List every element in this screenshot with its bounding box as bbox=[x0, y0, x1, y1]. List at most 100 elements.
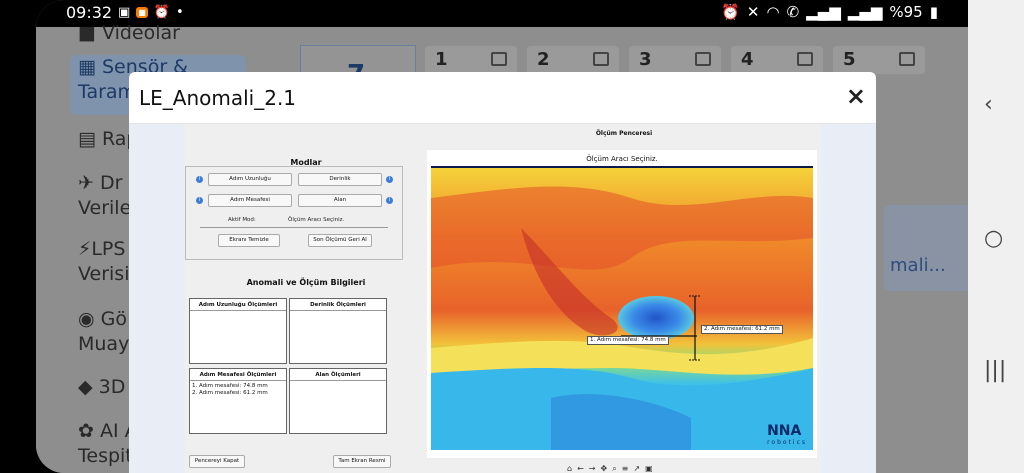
sidebar-label: Muay bbox=[78, 333, 130, 355]
dot-icon: • bbox=[176, 5, 184, 20]
depth-table: Derinlik Ölçümleri bbox=[289, 298, 387, 364]
divider bbox=[200, 227, 388, 228]
thermal-image[interactable]: 1. Adım mesafesi: 74.8 mm 2. Adım mesafe… bbox=[431, 166, 813, 450]
system-icons: ⏰ ✕ ◠ ✆ ▂▄▆ ▂▄▆ %95 ▮ bbox=[721, 3, 938, 21]
info-icon[interactable]: i bbox=[386, 197, 393, 204]
status-time: 09:32 bbox=[66, 3, 113, 22]
edit-curve-icon[interactable]: ↗ bbox=[633, 464, 640, 473]
back-icon[interactable]: ← bbox=[577, 464, 584, 473]
report-icon: ▤ bbox=[78, 128, 102, 150]
navigation-bar: ‹ ○ ||| bbox=[968, 0, 1024, 473]
thumbnail-number: 2 bbox=[537, 49, 550, 70]
sidebar-item-3d[interactable]: ◆ 3D bbox=[78, 375, 125, 400]
pan-icon[interactable]: ✥ bbox=[600, 464, 607, 473]
drone-icon: ✈ bbox=[78, 172, 100, 194]
thumbnail[interactable]: 3 bbox=[629, 46, 721, 74]
zoom-icon[interactable]: ⌕ bbox=[612, 464, 616, 473]
image-icon bbox=[797, 52, 813, 66]
undo-last-button[interactable]: Son Ölçümü Geri Al bbox=[308, 234, 372, 247]
measurement-label: 2. Adım mesafesi: 61.2 mm bbox=[701, 325, 783, 334]
close-window-button[interactable]: Pencereyi Kapat bbox=[189, 455, 245, 468]
eye-icon: ◉ bbox=[78, 308, 101, 330]
notification-icons: ▣ ■ ⏰ • bbox=[118, 5, 184, 20]
step-length-table: Adım Uzunluğu Ölçümleri bbox=[189, 298, 287, 364]
clear-screen-button[interactable]: Ekranı Temizle bbox=[218, 234, 280, 247]
call-icon: ✆ bbox=[786, 3, 800, 21]
thumbnail-number: 5 bbox=[843, 49, 856, 70]
back-nav-icon[interactable]: ‹ bbox=[984, 92, 993, 117]
measurement-label: 1. Adım mesafesi: 74.8 mm bbox=[587, 336, 669, 345]
battery-text: %95 bbox=[889, 3, 923, 21]
signal-icon: ▂▄▆ bbox=[806, 3, 841, 21]
thumbnail[interactable]: 4 bbox=[731, 46, 823, 74]
modes-box: i Adım Uzunluğu Derinlik i i Adım Mesafe… bbox=[185, 166, 403, 260]
screen: 09:32 ▣ ■ ⏰ • ⏰ ✕ ◠ ✆ ▂▄▆ ▂▄▆ %95 ▮ ■ Vi… bbox=[0, 0, 1024, 473]
left-panel: Modlar i Adım Uzunluğu Derinlik i i Adım… bbox=[185, 124, 427, 473]
sidebar-label: Verile bbox=[78, 197, 132, 219]
cube-icon: ◆ bbox=[78, 376, 99, 398]
full-screenshot-button[interactable]: Tam Ekran Resmi bbox=[333, 455, 391, 468]
chip-icon: ▦ bbox=[78, 56, 102, 78]
sidebar-label: Verisi bbox=[78, 263, 130, 285]
card-text: mali... bbox=[890, 255, 946, 276]
signal2-icon: ▂▄▆ bbox=[847, 3, 883, 21]
thumbnail-number: 4 bbox=[741, 49, 754, 70]
dialog-body: Modlar i Adım Uzunluğu Derinlik i i Adım… bbox=[129, 124, 876, 473]
info-icon[interactable]: i bbox=[196, 176, 203, 183]
save-icon[interactable]: ▣ bbox=[645, 464, 653, 473]
video-icon: ■ bbox=[78, 22, 102, 44]
table-header: Derinlik Ölçümleri bbox=[290, 299, 386, 311]
area-button[interactable]: Alan bbox=[298, 194, 382, 207]
company-logo: NNA robotics bbox=[767, 423, 807, 446]
info-title: Anomali ve Ölçüm Bilgileri bbox=[246, 278, 366, 287]
configure-icon[interactable]: ≡ bbox=[622, 464, 629, 473]
phone-display: 09:32 ▣ ■ ⏰ • ⏰ ✕ ◠ ✆ ▂▄▆ ▂▄▆ %95 ▮ ■ Vi… bbox=[36, 0, 968, 473]
active-mode-label: Aktif Mod: bbox=[228, 217, 256, 223]
table-header: Adım Uzunluğu Ölçümleri bbox=[190, 299, 286, 311]
depth-button[interactable]: Derinlik bbox=[298, 173, 382, 186]
plot-title: Ölçüm Aracı Seçiniz. bbox=[586, 155, 658, 163]
logo-main: NNA bbox=[767, 423, 802, 439]
step-length-button[interactable]: Adım Uzunluğu bbox=[208, 173, 292, 186]
thumbnail-number: 1 bbox=[435, 49, 448, 70]
area-table: Alan Ölçümleri bbox=[289, 368, 387, 434]
thumbnail[interactable]: 5 bbox=[833, 46, 925, 74]
plot-frame: Ölçüm Aracı Seçiniz. 1. Adım mesafesi: 7… bbox=[427, 150, 817, 458]
table-row: 2. Adım mesafesi: 61.2 mm bbox=[192, 389, 268, 396]
sidebar-item-lps[interactable]: ⚡LPS Verisi bbox=[78, 237, 129, 287]
active-mode-value: Ölçüm Aracı Seçiniz. bbox=[288, 217, 345, 223]
info-icon[interactable]: i bbox=[386, 176, 393, 183]
home-nav-icon[interactable]: ○ bbox=[984, 226, 1003, 251]
thumbnail[interactable]: 1 bbox=[425, 46, 517, 74]
thumbnail-number: 3 bbox=[639, 49, 652, 70]
alarm-icon: ⏰ bbox=[153, 5, 171, 20]
sidebar-label: Tespit bbox=[78, 445, 133, 467]
measure-window-title: Ölçüm Penceresi bbox=[595, 130, 653, 137]
sidebar-item-videos[interactable]: ■ Videolar bbox=[78, 21, 180, 46]
thumbnail[interactable]: 2 bbox=[527, 46, 619, 74]
sidebar-item-inspection[interactable]: ◉ Gö Muay bbox=[78, 307, 129, 357]
recents-nav-icon[interactable]: ||| bbox=[984, 358, 1006, 383]
step-distance-table: Adım Mesafesi Ölçümleri 1. Adım mesafesi… bbox=[189, 368, 287, 434]
info-icon[interactable]: i bbox=[196, 197, 203, 204]
bolt-icon: ⚡ bbox=[78, 238, 92, 260]
sidebar-label: Taram bbox=[78, 81, 137, 103]
brain-icon: ✿ bbox=[78, 420, 100, 442]
sidebar-item-drone[interactable]: ✈ Dr Verile bbox=[78, 171, 131, 221]
battery-icon: ▮ bbox=[929, 3, 938, 21]
home-icon[interactable]: ⌂ bbox=[567, 464, 572, 473]
logo-sub: robotics bbox=[767, 439, 807, 446]
image-dialog: LE_Anomali_2.1 × Modlar i Adım Uzunluğu … bbox=[129, 72, 876, 473]
background-card[interactable]: mali... bbox=[884, 205, 968, 291]
thermal-heatmap bbox=[431, 168, 813, 450]
step-distance-button[interactable]: Adım Mesafesi bbox=[208, 194, 292, 207]
gallery-icon: ▣ bbox=[118, 5, 131, 20]
mute-icon: ✕ bbox=[746, 3, 760, 21]
close-icon[interactable]: × bbox=[846, 82, 866, 110]
measurement-panel: Ölçüm Penceresi Ölçüm Aracı Seçiniz. 1. … bbox=[427, 124, 821, 473]
sidebar-label: 3D bbox=[98, 376, 126, 398]
image-icon bbox=[593, 52, 609, 66]
forward-icon[interactable]: → bbox=[589, 464, 596, 473]
sidebar-label: Dr bbox=[99, 172, 123, 194]
sidebar-label: LPS bbox=[91, 238, 126, 260]
